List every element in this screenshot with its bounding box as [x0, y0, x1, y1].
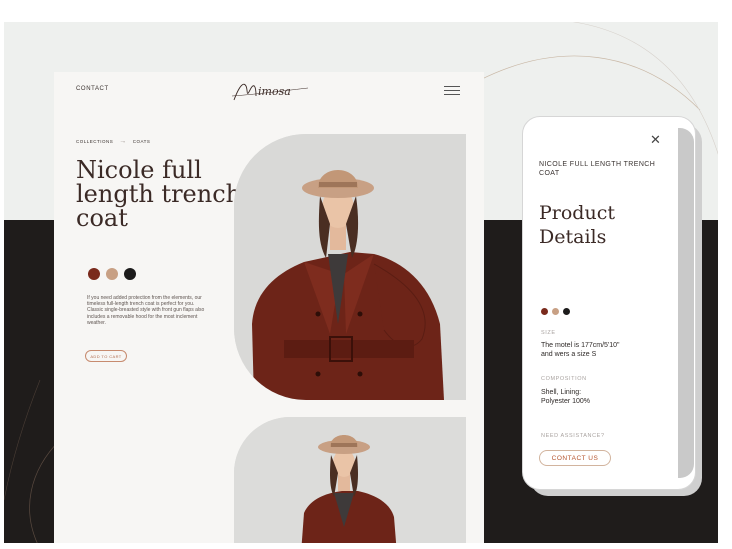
showcase-stage: CONTACT imosa COLLECTIONS → COATS Nicole…	[0, 0, 732, 549]
swatch-rust[interactable]	[88, 268, 100, 280]
breadcrumb-coats[interactable]: COATS	[133, 139, 151, 144]
composition-line-1: Shell, Lining:	[541, 389, 582, 396]
composition-line-2: Polyester 100%	[541, 398, 591, 405]
size-text-line-2: and wers a size S	[541, 351, 597, 358]
site-header: CONTACT imosa	[54, 72, 484, 112]
mimosa-logo[interactable]: imosa	[230, 76, 310, 106]
composition-label: COMPOSITION	[541, 376, 587, 382]
swatch-tan[interactable]	[106, 268, 118, 280]
phone-edge	[678, 128, 694, 478]
phone-color-swatches	[541, 308, 570, 315]
svg-text:imosa: imosa	[258, 85, 291, 98]
phone-swatch-rust[interactable]	[541, 308, 548, 315]
product-description: If you need added protection from the el…	[87, 295, 205, 326]
arrow-right-icon: →	[119, 138, 127, 145]
hamburger-icon[interactable]	[444, 86, 460, 96]
phone-product-name: NICOLE FULL LENGTH TRENCH COAT	[539, 161, 656, 177]
breadcrumb: COLLECTIONS → COATS	[76, 138, 150, 145]
color-swatches	[88, 268, 136, 280]
phone-swatch-black[interactable]	[563, 308, 570, 315]
contact-us-button[interactable]: CONTACT US	[539, 450, 611, 466]
size-text-line-1: The motel is 177cm/5'10"	[541, 342, 620, 349]
frame-right	[718, 0, 732, 549]
phone-swatch-tan[interactable]	[552, 308, 559, 315]
website-mockup: CONTACT imosa COLLECTIONS → COATS Nicole…	[54, 72, 484, 549]
product-details-heading: Product Details	[539, 201, 615, 249]
heading-line-1: Product	[539, 202, 615, 224]
heading-line-2: Details	[539, 226, 607, 248]
frame-top	[0, 0, 732, 22]
composition-text: Shell, Lining: Polyester 100%	[541, 388, 590, 406]
add-to-cart-button[interactable]: ADD TO CART	[85, 350, 127, 362]
frame-bottom	[0, 543, 732, 549]
size-label: SIZE	[541, 330, 556, 336]
breadcrumb-collections[interactable]: COLLECTIONS	[76, 139, 113, 144]
size-text: The motel is 177cm/5'10" and wers a size…	[541, 341, 620, 359]
close-icon[interactable]: ✕	[650, 132, 661, 148]
product-photo-secondary	[234, 417, 466, 549]
need-assistance-label: NEED ASSISTANCE?	[541, 433, 605, 439]
frame-left	[0, 0, 4, 549]
nav-contact-link[interactable]: CONTACT	[76, 86, 109, 92]
product-photo-main	[234, 134, 466, 400]
swatch-black[interactable]	[124, 268, 136, 280]
